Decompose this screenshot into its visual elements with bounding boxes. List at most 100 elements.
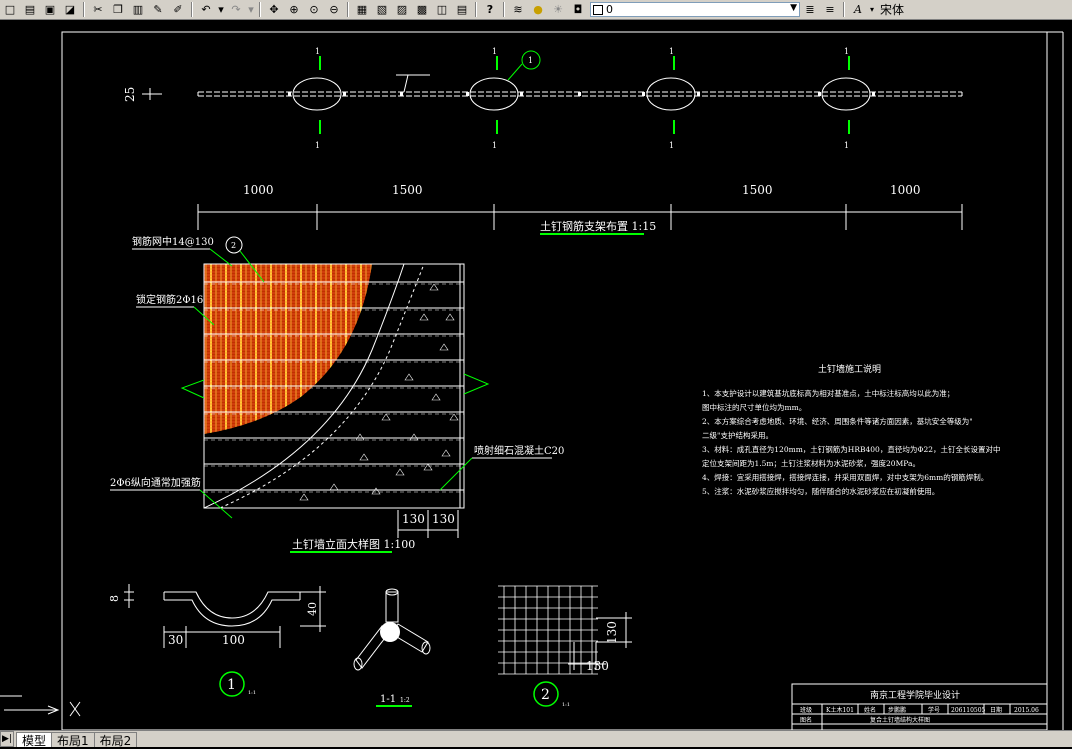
- dimension-label: 100: [222, 633, 245, 647]
- support-ellipse: [469, 77, 519, 111]
- drawing-canvas[interactable]: 1 1 1 1 1 1 1 1 1 25 1000 1500 1500 1000…: [0, 20, 1072, 730]
- section-1-1: 1-1 1:2: [353, 588, 431, 707]
- chevron-down-icon[interactable]: ▼: [790, 3, 797, 13]
- note-line: 3、材料：成孔直径为120mm，土钉钢筋为HRB400，直径均为Φ22，土钉全长…: [702, 444, 1001, 454]
- dimension-label: 25: [123, 87, 137, 102]
- redo-icon[interactable]: ↷: [227, 2, 245, 18]
- titleblock-cell: 班级: [800, 706, 812, 714]
- layer-manager-icon[interactable]: ≋: [509, 2, 527, 18]
- layer-dropdown[interactable]: 0 ▼: [590, 2, 800, 17]
- paste-icon[interactable]: ▥: [129, 2, 147, 18]
- section-mark: 1: [844, 141, 849, 150]
- construction-notes: 土钉墙施工说明 1、本支护设计以建筑基坑底标高为相对基准点，土中标注标高均以此为…: [702, 363, 1001, 496]
- section-mark: 1: [315, 47, 320, 56]
- dimension-label: 1000: [243, 183, 274, 197]
- match-properties-icon[interactable]: ✎: [149, 2, 167, 18]
- mesh-label: 钢筋网中14@130: [132, 235, 214, 248]
- elevation-title: 土钉墙立面大样图 1:100: [292, 537, 415, 551]
- dimension-label: 1500: [392, 183, 423, 197]
- elevation-view: 钢筋网中14@130 2 锁定钢筋2Φ16 2Φ6纵向通常加强筋 喷射细石混凝土…: [110, 235, 564, 553]
- save-icon[interactable]: ▣: [41, 2, 59, 18]
- zoom-window-icon[interactable]: ⊙: [305, 2, 323, 18]
- titleblock-cell: 复合土钉墙结构大样图: [870, 716, 930, 724]
- dimension-label: 8: [108, 595, 121, 602]
- help-icon[interactable]: ?: [481, 2, 499, 18]
- lock-icon[interactable]: ◘: [569, 2, 587, 18]
- design-center-icon[interactable]: ▧: [373, 2, 391, 18]
- title-block: 南京工程学院毕业设计 班级 K土木101 姓名 步鹏鹏 学号 206110505…: [791, 683, 1048, 730]
- tab-layout1[interactable]: 布局1: [51, 732, 95, 748]
- undo-icon[interactable]: ↶: [197, 2, 215, 18]
- redo-dropdown-icon[interactable]: ▾: [247, 2, 255, 18]
- titleblock-cell: 图名: [800, 716, 812, 724]
- properties-icon[interactable]: ▦: [353, 2, 371, 18]
- new-icon[interactable]: □: [1, 2, 19, 18]
- tab-model[interactable]: 模型: [16, 732, 53, 748]
- layout-tabs: ▶| 模型 布局1 布局2: [0, 730, 1072, 748]
- section-label: 1-1: [380, 694, 396, 705]
- toolbar-separator: [347, 2, 349, 17]
- section-mark: 1: [492, 47, 497, 56]
- dimension-label: 130: [586, 659, 609, 673]
- dimension-label: 130: [402, 512, 425, 526]
- lightbulb-icon[interactable]: ●: [529, 2, 547, 18]
- tool-palettes-icon[interactable]: ▨: [393, 2, 411, 18]
- detail-number: 1: [227, 677, 236, 693]
- text-style-dropdown-icon[interactable]: ▾: [869, 2, 875, 18]
- detail-number: 2: [541, 687, 550, 703]
- notes-title: 土钉墙施工说明: [818, 363, 881, 375]
- section-mark: 1: [315, 141, 320, 150]
- cut-icon[interactable]: ✂: [89, 2, 107, 18]
- make-current-layer-icon[interactable]: ≣: [801, 2, 819, 18]
- dimension-label: 130: [605, 621, 619, 644]
- freeze-icon[interactable]: ☀: [549, 2, 567, 18]
- section-mark: 1: [492, 141, 497, 150]
- section-mark: 1: [844, 47, 849, 56]
- plot-icon[interactable]: ◪: [61, 2, 79, 18]
- note-line: 4、焊接：宜采用搭接焊，搭接焊连接，并采用双面焊，对中支架为6mm的钢筋焊制。: [702, 472, 988, 482]
- support-ellipse: [292, 77, 342, 111]
- tab-scroll-icon[interactable]: ▶|: [0, 731, 14, 747]
- titleblock-cell: 姓名: [864, 706, 876, 714]
- dimension-label: 40: [306, 602, 319, 616]
- titleblock-cell: K土木101: [826, 706, 854, 714]
- note-line: 5、注浆：水泥砂浆应搅拌均匀，随伴随合的水泥砂浆应在初凝前使用。: [702, 486, 939, 496]
- shotcrete-label: 喷射细石混凝土C20: [474, 444, 564, 457]
- calculator-icon[interactable]: ▤: [453, 2, 471, 18]
- undo-dropdown-icon[interactable]: ▾: [217, 2, 225, 18]
- note-line: 2、本方案综合考虑地质、环境、经济、周围条件等诸方面因素，基坑安全等级为": [702, 416, 973, 426]
- toolbar-separator: [259, 2, 261, 17]
- font-name[interactable]: 宋体: [880, 1, 904, 18]
- section-mark: 1: [669, 47, 674, 56]
- toolbar-separator: [83, 2, 85, 17]
- cad-toolbar: □ ▤ ▣ ◪ ✂ ❐ ▥ ✎ ✐ ↶ ▾ ↷ ▾ ✥ ⊕ ⊙ ⊖ ▦ ▧ ▨ …: [0, 0, 1072, 20]
- section-mark: 1: [669, 141, 674, 150]
- layer-color-swatch: [593, 4, 603, 15]
- zoom-previous-icon[interactable]: ⊖: [325, 2, 343, 18]
- open-icon[interactable]: ▤: [21, 2, 39, 18]
- layer-previous-icon[interactable]: ≡: [821, 2, 839, 18]
- dimension-label: 30: [168, 633, 183, 647]
- zoom-realtime-icon[interactable]: ⊕: [285, 2, 303, 18]
- titleblock-cell: 日期: [990, 706, 1002, 714]
- note-line: 定位支架间距为1.5m；土钉注浆材料为水泥砂浆，强度20MPa。: [702, 458, 920, 468]
- detail-1: 8 30 100 40 1 1:1: [108, 584, 326, 697]
- text-style-icon[interactable]: A: [849, 2, 867, 18]
- titleblock-cell: 学号: [928, 706, 940, 714]
- plan-view: 1 1 1 1 1 1 1 1 1 25 1000 1500 1500 1000…: [123, 47, 963, 235]
- block-editor-icon[interactable]: ✐: [169, 2, 187, 18]
- copy-icon[interactable]: ❐: [109, 2, 127, 18]
- detail-scale: 1:1: [562, 702, 570, 708]
- tab-layout2[interactable]: 布局2: [93, 732, 138, 748]
- toolbar-separator: [475, 2, 477, 17]
- section-scale: 1:2: [400, 697, 410, 704]
- fixed-bar-label: 锁定钢筋2Φ16: [136, 293, 203, 306]
- long-bar-label: 2Φ6纵向通常加强筋: [110, 476, 201, 489]
- pan-icon[interactable]: ✥: [265, 2, 283, 18]
- layer-name: 0: [606, 3, 613, 16]
- sheet-set-icon[interactable]: ▩: [413, 2, 431, 18]
- detail-2: 130 130 2 1:1: [498, 585, 632, 708]
- plan-title: 土钉钢筋支架布置 1:15: [540, 219, 656, 233]
- titleblock-cell: 2015.06: [1014, 707, 1039, 714]
- markup-icon[interactable]: ◫: [433, 2, 451, 18]
